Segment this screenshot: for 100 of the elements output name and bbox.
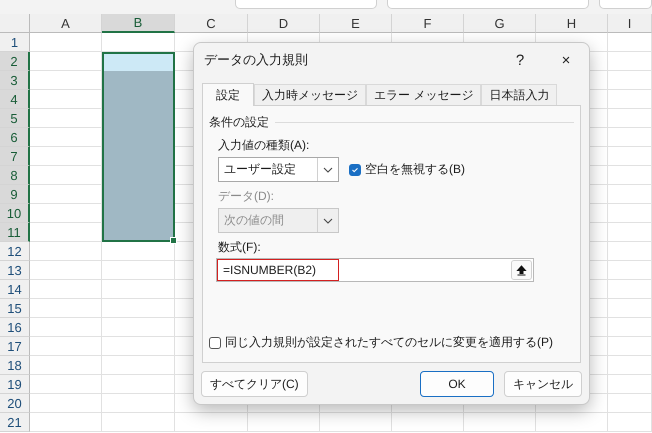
row-header[interactable]: 18 xyxy=(0,356,30,375)
table-cell[interactable] xyxy=(102,280,175,299)
table-cell[interactable] xyxy=(608,242,652,261)
dialog-button[interactable]: キャンセル xyxy=(504,371,582,397)
column-header[interactable]: C xyxy=(175,14,248,33)
table-cell[interactable] xyxy=(608,147,652,166)
column-header[interactable]: E xyxy=(320,14,392,33)
table-cell[interactable] xyxy=(30,33,102,52)
table-cell[interactable] xyxy=(608,394,652,413)
column-header[interactable]: H xyxy=(536,14,608,33)
row-header[interactable]: 10 xyxy=(0,204,30,223)
table-cell[interactable] xyxy=(608,261,652,280)
row-header[interactable]: 2 xyxy=(0,52,30,71)
table-cell[interactable] xyxy=(608,33,652,52)
row-header[interactable]: 4 xyxy=(0,90,30,109)
table-cell[interactable] xyxy=(30,280,102,299)
close-button[interactable]: × xyxy=(543,45,589,75)
table-cell[interactable] xyxy=(608,375,652,394)
tab[interactable]: 日本語入力 xyxy=(481,84,558,105)
table-cell[interactable] xyxy=(30,356,102,375)
ok-button[interactable]: OK xyxy=(420,371,494,397)
table-cell[interactable] xyxy=(608,185,652,204)
row-header[interactable]: 20 xyxy=(0,394,30,413)
table-cell[interactable] xyxy=(30,318,102,337)
column-header[interactable]: B xyxy=(102,14,175,33)
table-cell[interactable] xyxy=(30,394,102,413)
table-cell[interactable] xyxy=(102,261,175,280)
table-cell[interactable] xyxy=(608,90,652,109)
table-cell[interactable] xyxy=(30,261,102,280)
table-cell[interactable] xyxy=(102,375,175,394)
row-header[interactable]: 6 xyxy=(0,128,30,147)
table-cell[interactable] xyxy=(608,280,652,299)
table-cell[interactable] xyxy=(392,413,464,432)
name-box[interactable] xyxy=(235,0,377,9)
table-cell[interactable] xyxy=(102,413,175,432)
tab[interactable]: エラー メッセージ xyxy=(366,84,482,105)
allow-dropdown[interactable]: ユーザー設定 xyxy=(218,157,339,182)
table-cell[interactable] xyxy=(608,413,652,432)
column-header[interactable]: I xyxy=(608,14,652,33)
table-cell[interactable] xyxy=(536,413,608,432)
table-cell[interactable] xyxy=(30,413,102,432)
table-cell[interactable] xyxy=(248,413,320,432)
table-cell[interactable] xyxy=(608,71,652,90)
row-header[interactable]: 5 xyxy=(0,109,30,128)
dialog-button[interactable]: すべてクリア(C) xyxy=(201,371,308,397)
table-cell[interactable] xyxy=(320,413,392,432)
formula-bar[interactable] xyxy=(599,0,652,9)
table-cell[interactable] xyxy=(102,356,175,375)
row-header[interactable]: 21 xyxy=(0,413,30,432)
fill-handle[interactable] xyxy=(170,237,177,244)
table-cell[interactable] xyxy=(175,413,248,432)
selected-cell[interactable] xyxy=(102,223,175,242)
table-cell[interactable] xyxy=(102,299,175,318)
table-cell[interactable] xyxy=(102,337,175,356)
table-cell[interactable] xyxy=(608,204,652,223)
selected-cell[interactable] xyxy=(102,71,175,90)
apply-all-checkbox[interactable]: 同じ入力規則が設定されたすべてのセルに変更を適用する(P) xyxy=(209,334,574,351)
table-cell[interactable] xyxy=(464,413,536,432)
table-cell[interactable] xyxy=(608,299,652,318)
table-cell[interactable] xyxy=(102,242,175,261)
collapse-button[interactable] xyxy=(511,260,532,280)
row-header[interactable]: 12 xyxy=(0,242,30,261)
tab[interactable]: 設定 xyxy=(202,83,254,106)
column-header[interactable]: G xyxy=(464,14,536,33)
row-header[interactable]: 15 xyxy=(0,299,30,318)
active-cell[interactable] xyxy=(102,52,175,71)
row-header[interactable]: 16 xyxy=(0,318,30,337)
formula-field[interactable]: =ISNUMBER(B2) xyxy=(216,258,534,282)
table-cell[interactable] xyxy=(102,394,175,413)
row-header[interactable]: 8 xyxy=(0,166,30,185)
column-header[interactable]: D xyxy=(248,14,320,33)
select-all-button[interactable] xyxy=(0,14,30,33)
tab[interactable]: 入力時メッセージ xyxy=(254,84,366,105)
table-cell[interactable] xyxy=(608,52,652,71)
table-cell[interactable] xyxy=(30,337,102,356)
row-header[interactable]: 19 xyxy=(0,375,30,394)
table-cell[interactable] xyxy=(608,128,652,147)
row-header[interactable]: 17 xyxy=(0,337,30,356)
function-box[interactable] xyxy=(387,0,589,9)
table-cell[interactable] xyxy=(608,318,652,337)
ignore-blank-checkbox[interactable]: 空白を無視する(B) xyxy=(349,161,465,178)
table-cell[interactable] xyxy=(608,356,652,375)
row-header[interactable]: 9 xyxy=(0,185,30,204)
column-header[interactable]: F xyxy=(392,14,464,33)
table-cell[interactable] xyxy=(30,242,102,261)
column-header[interactable]: A xyxy=(30,14,102,33)
row-header[interactable]: 1 xyxy=(0,33,30,52)
table-cell[interactable] xyxy=(608,223,652,242)
help-button[interactable]: ? xyxy=(497,45,543,75)
table-cell[interactable] xyxy=(608,109,652,128)
row-header[interactable]: 11 xyxy=(0,223,30,242)
table-cell[interactable] xyxy=(608,166,652,185)
row-header[interactable]: 3 xyxy=(0,71,30,90)
table-cell[interactable] xyxy=(102,318,175,337)
row-header[interactable]: 13 xyxy=(0,261,30,280)
table-cell[interactable] xyxy=(30,375,102,394)
table-cell[interactable] xyxy=(608,337,652,356)
row-header[interactable]: 14 xyxy=(0,280,30,299)
row-header[interactable]: 7 xyxy=(0,147,30,166)
table-cell[interactable] xyxy=(30,299,102,318)
